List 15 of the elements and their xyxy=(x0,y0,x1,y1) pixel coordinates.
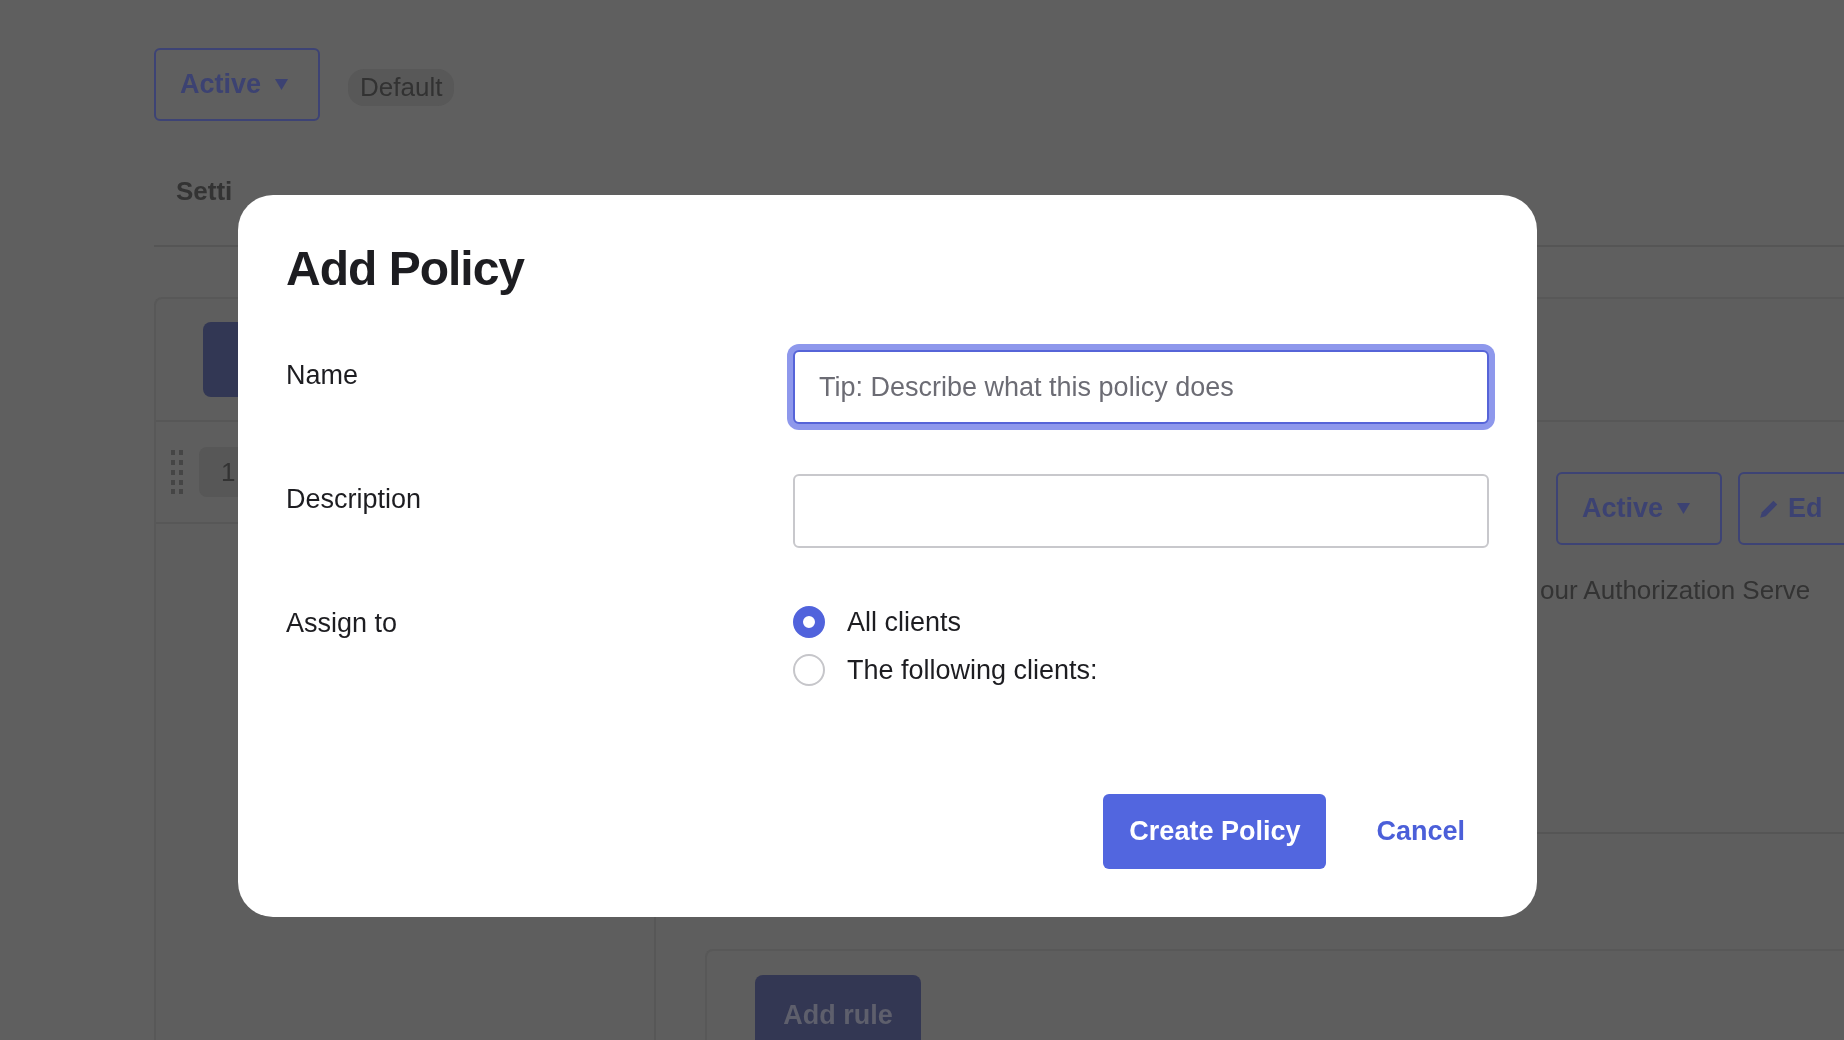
dialog-title: Add Policy xyxy=(286,241,526,297)
cancel-link[interactable]: Cancel xyxy=(1352,806,1489,857)
create-policy-button[interactable]: Create Policy xyxy=(1103,794,1327,869)
radio-button[interactable] xyxy=(793,606,825,638)
field-label: Name xyxy=(286,359,360,392)
radio-button[interactable] xyxy=(793,654,825,686)
field-label: Description xyxy=(286,483,423,516)
caret-icon xyxy=(1677,503,1691,514)
radio-label[interactable]: All clients xyxy=(847,606,962,638)
field-label: Assign to xyxy=(286,607,399,640)
drag-handle-icon[interactable] xyxy=(171,450,183,494)
description-field[interactable] xyxy=(793,474,1489,548)
name-field[interactable]: Tip: Describe what this policy does xyxy=(793,350,1489,424)
caret-icon xyxy=(275,79,289,90)
radio-label[interactable]: The following clients: xyxy=(847,654,1098,686)
